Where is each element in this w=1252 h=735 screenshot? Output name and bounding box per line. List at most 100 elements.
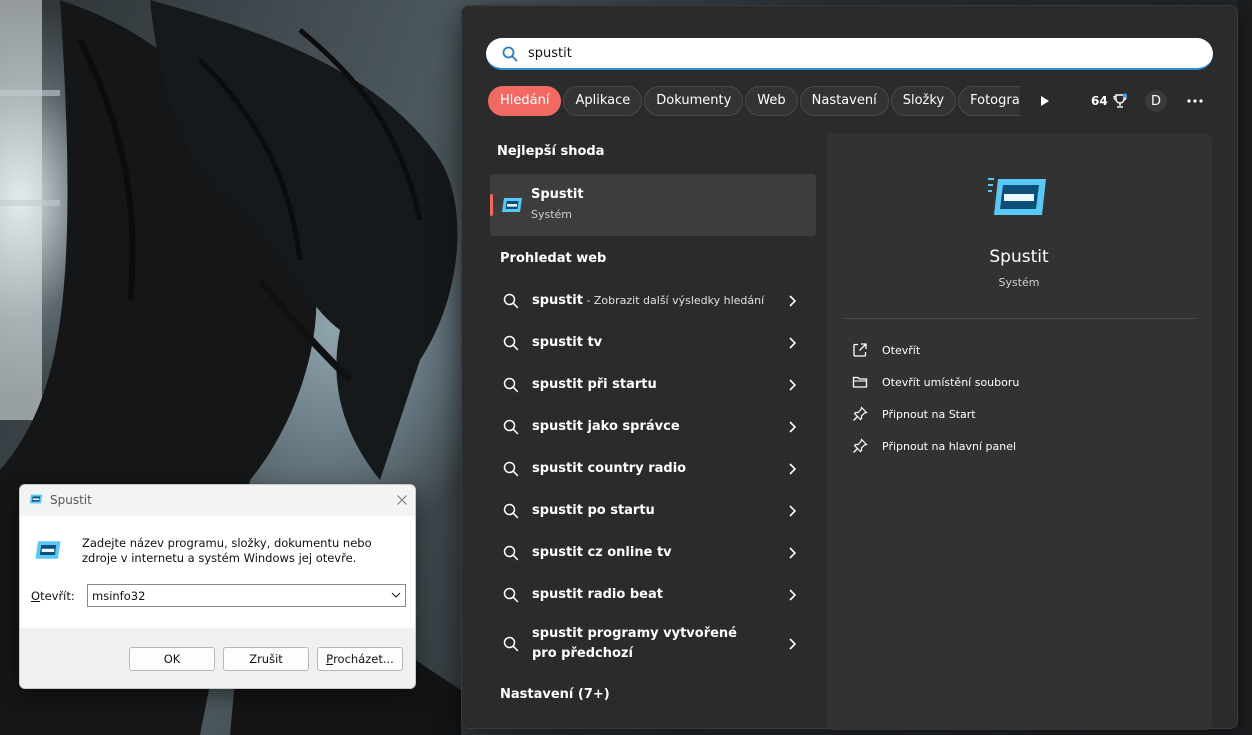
open-label-text: tevřít: [40,589,75,603]
run-app-icon [502,198,522,212]
pin-icon [853,406,868,421]
web-result-text: spustit tv [532,335,603,350]
open-field-label: Otevřít: [31,589,75,603]
search-icon [503,545,519,561]
close-button[interactable] [387,485,415,515]
action-open[interactable]: Otevřít [850,334,1190,366]
open-input[interactable] [92,587,382,604]
run-dialog-title: Spustit [50,493,92,507]
browse-label-text: rocházet... [333,652,394,666]
close-icon [397,495,407,505]
web-result-item[interactable]: spustit programy vytvořené pro předchozí [490,616,816,672]
filter-tabs: Hledání Aplikace Dokumenty Web Nastavení Slož… [488,86,1020,118]
preview-divider [844,318,1196,319]
web-result-text: spustit po startu [532,503,655,518]
tab-search[interactable]: Hledání [488,86,562,116]
run-app-icon [29,494,43,504]
web-result-text: spustit - Zobrazit další výsledky hledán… [532,291,786,311]
web-result-query: spustit [532,293,583,308]
run-app-icon-large [988,178,1046,215]
web-result-hint: - Zobrazit další výsledky hledání [582,294,765,307]
browse-label-accelerator: P [326,652,334,666]
action-pin-taskbar[interactable]: Připnout na hlavní panel [850,430,1190,462]
best-match-title: Spustit [531,187,584,202]
tab-apps[interactable]: Aplikace [563,86,643,116]
chevron-down-icon[interactable] [391,591,401,599]
search-icon [503,335,519,351]
chevron-right-icon [789,337,796,349]
web-result-text: spustit radio beat [532,587,663,602]
action-open-file-location[interactable]: Otevřít umístění souboru [850,366,1190,398]
open-combobox[interactable] [87,584,406,607]
search-icon [502,46,518,62]
best-match-result[interactable]: Spustit Systém [490,174,816,236]
preview-actions: Otevřít Otevřít umístění souboru Připnou… [850,334,1190,462]
search-icon [503,293,519,309]
chevron-right-icon [789,295,796,307]
web-result-item[interactable]: spustit country radio [490,448,816,490]
search-input[interactable] [528,41,1188,66]
action-label: Otevřít [882,343,921,357]
chevron-right-icon [789,379,796,391]
ok-button-label: OK [163,652,181,666]
action-pin-start[interactable]: Připnout na Start [850,398,1190,430]
more-options-button[interactable] [1183,86,1207,116]
browse-button[interactable]: Procházet... [317,647,403,671]
account-avatar[interactable]: D [1145,90,1167,112]
search-icon [503,461,519,477]
cancel-button-label: Zrušit [249,652,283,666]
search-icon [503,419,519,435]
best-match-heading: Nejlepší shoda [497,144,605,159]
pin-icon [853,438,868,453]
tab-documents[interactable]: Dokumenty [644,86,744,116]
web-result-item[interactable]: spustit jako správce [490,406,816,448]
web-result-item[interactable]: spustit radio beat [490,574,816,616]
trophy-icon [1113,93,1127,108]
tab-settings[interactable]: Nastavení [799,86,889,116]
search-box[interactable] [486,38,1213,70]
web-result-text: spustit country radio [532,461,687,476]
web-result-item[interactable]: spustit při startu [490,364,816,406]
run-dialog-footer: OK Zrušit Procházet... [20,628,415,688]
search-icon [503,503,519,519]
chevron-right-icon [789,589,796,601]
selection-indicator [490,194,493,216]
chevron-right-icon [789,638,796,650]
web-result-text: spustit jako správce [532,419,680,434]
search-icon [503,377,519,393]
run-dialog-titlebar[interactable]: Spustit [20,485,415,516]
web-result-item[interactable]: spustit - Zobrazit další výsledky hledán… [490,280,816,322]
rewards-points[interactable]: 64 [1091,86,1128,116]
run-dialog-description: Zadejte název programu, složky, dokument… [82,536,372,565]
action-label: Připnout na hlavní panel [882,439,1017,453]
search-icon [503,587,519,603]
chevron-right-icon [789,547,796,559]
tab-folders[interactable]: Složky [890,86,957,116]
tab-photos[interactable]: Fotogra [958,86,1020,116]
open-label-accelerator: O [31,589,41,603]
run-dialog: Spustit Zadejte název programu, složky, … [19,484,416,689]
web-result-item[interactable]: spustit po startu [490,490,816,532]
chevron-right-icon [789,421,796,433]
settings-heading[interactable]: Nastavení (7+) [500,687,610,702]
folder-icon [852,376,868,388]
preview-subtitle: Systém [998,276,1040,289]
web-search-heading: Prohledat web [500,251,607,266]
search-filter-row: Hledání Aplikace Dokumenty Web Nastavení Slož… [488,86,1228,118]
chevron-right-icon [789,463,796,475]
play-arrow-icon [1041,96,1049,106]
run-dialog-body: Zadejte název programu, složky, dokument… [20,516,415,628]
ok-button[interactable]: OK [129,647,215,671]
web-result-item[interactable]: spustit tv [490,322,816,364]
web-result-item[interactable]: spustit cz online tv [490,532,816,574]
preview-title: Spustit [989,247,1049,267]
tab-web[interactable]: Web [745,86,798,116]
search-icon [503,636,519,652]
start-search-panel: HledáníAplikaceDokumentyWebNastaveníSlož… [461,5,1238,730]
action-label: Připnout na Start [882,407,976,421]
cancel-button[interactable]: Zrušit [223,647,309,671]
preview-pane: Spustit Systém Otevřít Otevřít umístění … [826,133,1212,730]
more-filters-button[interactable] [1033,86,1057,116]
web-result-text: spustit programy vytvořené pro předchozí [532,626,737,661]
open-external-icon [853,343,867,357]
